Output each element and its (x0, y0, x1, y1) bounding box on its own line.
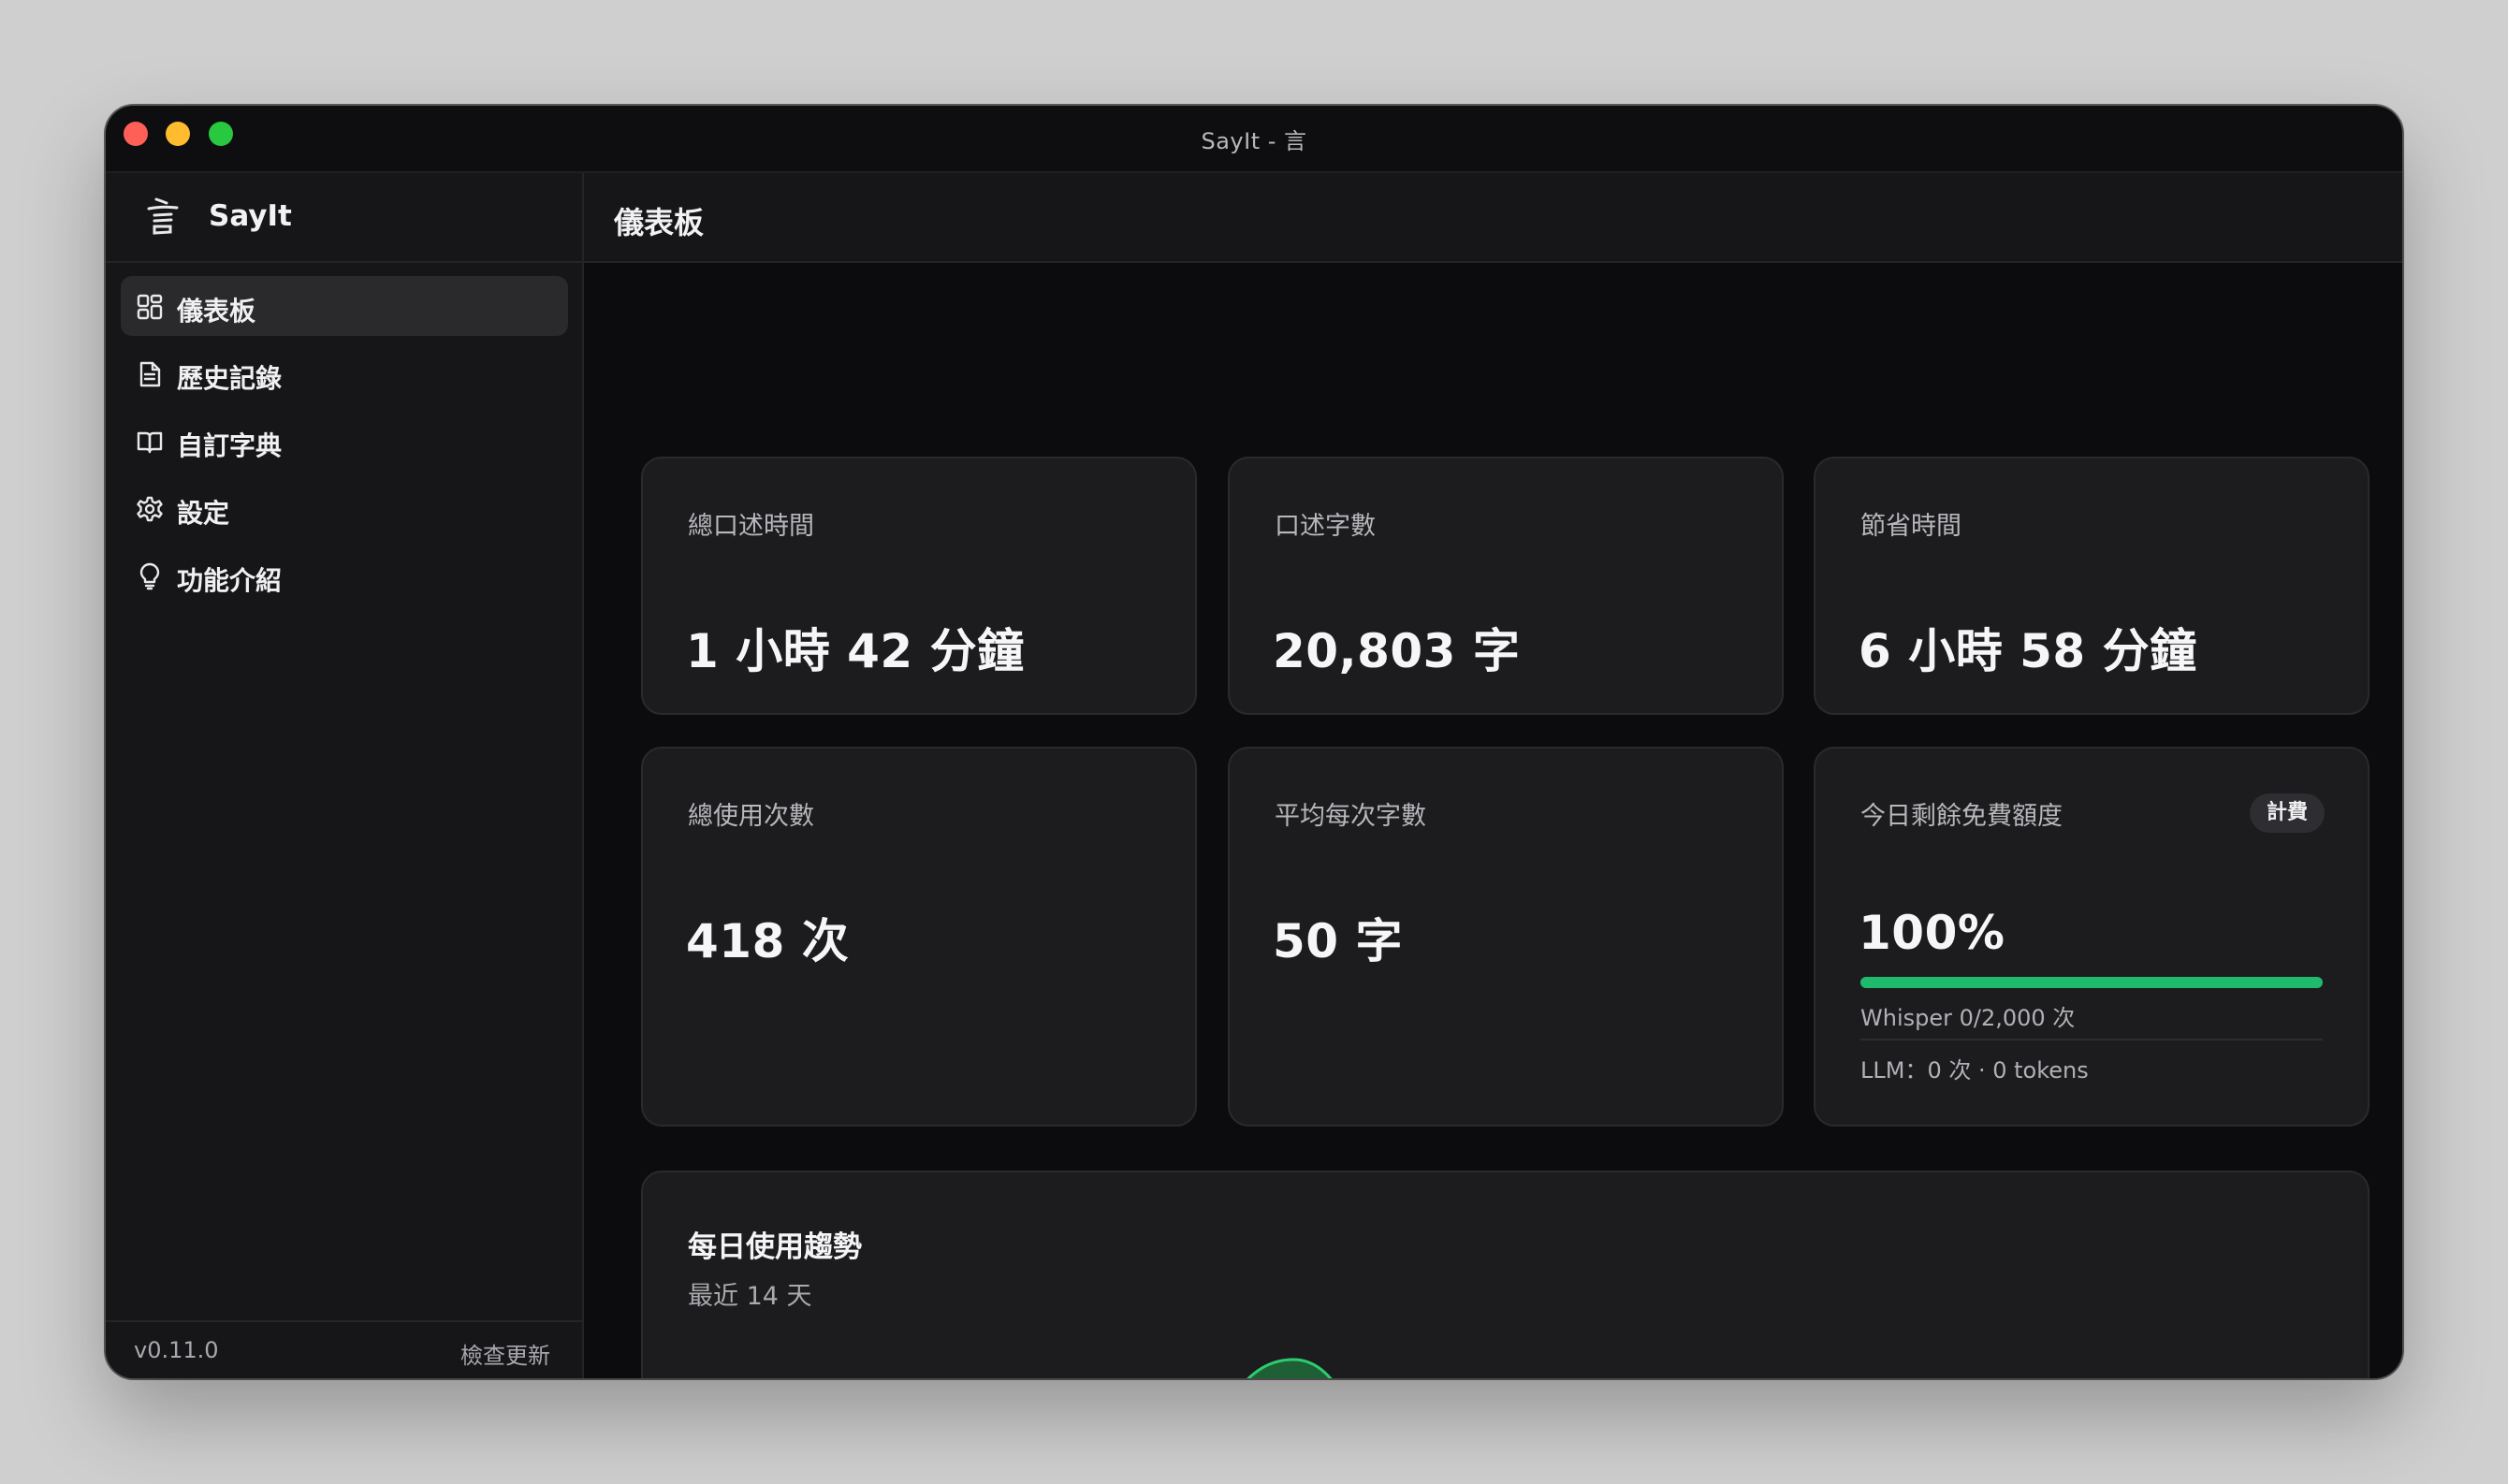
trend-area (1247, 1358, 1333, 1378)
sayit-logo-icon (147, 197, 179, 235)
stat-label: 總口述時間 (688, 512, 814, 541)
quota-label: 今日剩餘免費額度 (1860, 802, 2063, 831)
title-bar[interactable]: SayIt - 言 (106, 106, 2402, 173)
stat-label: 口述字數 (1275, 512, 1376, 541)
window-title: SayIt - 言 (1201, 128, 1307, 154)
stat-card-time-saved: 節省時間 6 小時 58 分鐘 (1814, 457, 2369, 715)
main-content: 儀表板 總口述時間 1 小時 42 分鐘 口述字數 20,803 字 節省時間 … (584, 173, 2402, 1378)
dashboard-icon (137, 294, 163, 320)
sidebar-nav: 儀表板 歷史記錄 自訂字典 設定 功能介紹 (121, 276, 568, 613)
sidebar-item-dictionary[interactable]: 自訂字典 (121, 411, 568, 471)
sidebar: SayIt 儀表板 歷史記錄 自訂字典 設定 功能介紹 v0.11.0 檢查更新 (106, 173, 584, 1378)
page-title: 儀表板 (614, 205, 705, 240)
quota-value: 100% (1859, 906, 2005, 960)
sidebar-footer: v0.11.0 檢查更新 (106, 1320, 582, 1378)
sidebar-item-history[interactable]: 歷史記錄 (121, 343, 568, 403)
quota-progress-fill (1860, 977, 2323, 988)
sidebar-item-label: 自訂字典 (177, 430, 283, 461)
stat-value: 50 字 (1273, 914, 1403, 968)
stat-value: 1 小時 42 分鐘 (686, 624, 1025, 678)
stat-label: 平均每次字數 (1275, 802, 1426, 831)
stat-label: 節省時間 (1860, 512, 1961, 541)
stat-card-average-words: 平均每次字數 50 字 (1228, 747, 1784, 1127)
check-update-link[interactable]: 檢查更新 (460, 1337, 550, 1370)
document-icon (139, 361, 161, 387)
stat-value: 418 次 (686, 914, 850, 968)
stat-value: 20,803 字 (1273, 624, 1521, 678)
stat-card-total-dictation-time: 總口述時間 1 小時 42 分鐘 (641, 457, 1197, 715)
daily-trend-card: 每日使用趨勢 最近 14 天 (641, 1171, 2369, 1378)
sidebar-item-settings[interactable]: 設定 (121, 478, 568, 538)
whisper-usage: Whisper 0/2,000 次 (1860, 1005, 2076, 1031)
trend-title: 每日使用趨勢 (688, 1230, 862, 1264)
sidebar-item-label: 歷史記錄 (177, 363, 283, 394)
sidebar-item-label: 設定 (177, 498, 230, 529)
sidebar-item-label: 功能介紹 (177, 565, 283, 596)
brand: SayIt (106, 173, 582, 263)
stat-label: 總使用次數 (688, 802, 814, 831)
quota-divider (1860, 1039, 2323, 1040)
sidebar-item-dashboard[interactable]: 儀表板 (121, 276, 568, 336)
quota-card: 今日剩餘免費額度 計費 100% Whisper 0/2,000 次 LLM：0… (1814, 747, 2369, 1127)
stat-card-dictation-words: 口述字數 20,803 字 (1228, 457, 1784, 715)
sidebar-item-label: 儀表板 (177, 296, 256, 327)
app-window: SayIt - 言 SayIt 儀表板 歷史記錄 自訂字典 設定 功能介紹 v0… (106, 106, 2402, 1378)
app-version: v0.11.0 (134, 1337, 219, 1363)
trend-subtitle: 最近 14 天 (688, 1282, 812, 1311)
sidebar-item-features[interactable]: 功能介紹 (121, 546, 568, 605)
book-icon (137, 431, 163, 454)
gear-icon (137, 496, 163, 522)
stat-value: 6 小時 58 分鐘 (1859, 624, 2197, 678)
stat-card-total-uses: 總使用次數 418 次 (641, 747, 1197, 1127)
quota-progress-bar (1860, 977, 2323, 988)
billing-badge[interactable]: 計費 (2249, 793, 2325, 833)
llm-usage: LLM：0 次 · 0 tokens (1860, 1057, 2089, 1084)
lightbulb-icon (139, 562, 160, 590)
daily-trend-chart (1247, 1358, 1333, 1378)
main-header: 儀表板 (584, 173, 2402, 263)
brand-name: SayIt (209, 199, 292, 233)
